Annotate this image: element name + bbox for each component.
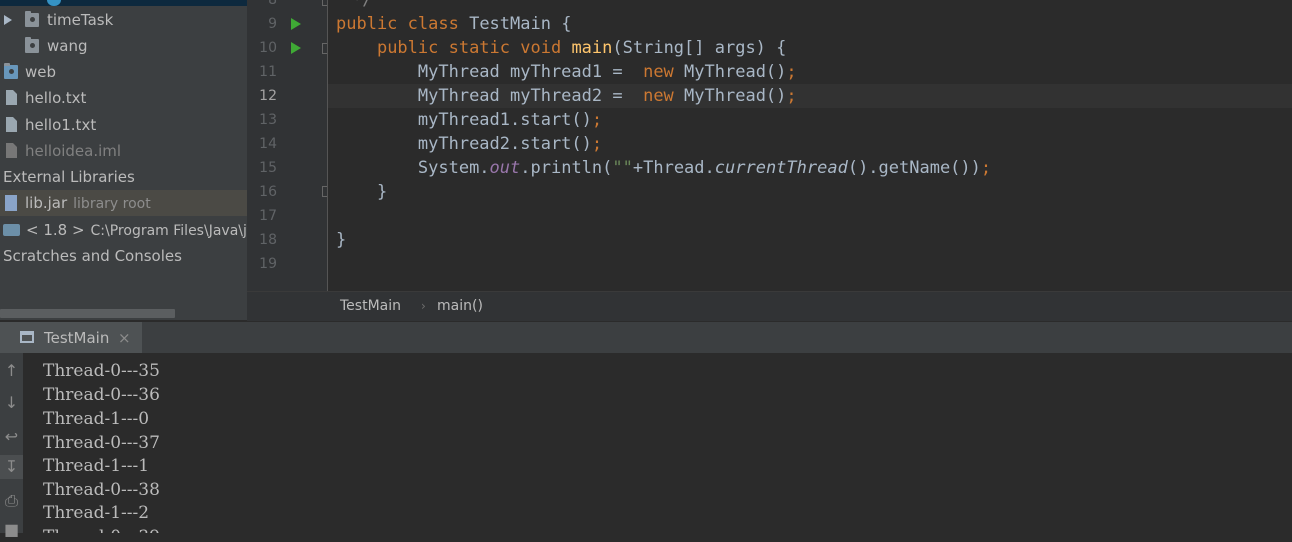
console-line: Thread-0---37 bbox=[43, 433, 160, 453]
tree-item-scratches[interactable]: Scratches and Consoles bbox=[0, 243, 247, 269]
line-number: 16 bbox=[259, 184, 277, 200]
tree-item-label: Scratches and Consoles bbox=[3, 247, 182, 265]
run-toolbar: ↑ ↓ ↩ ↧ ⎙ ■ bbox=[0, 353, 23, 539]
arrow-down-icon[interactable]: ↓ bbox=[0, 391, 23, 415]
tab-testmain[interactable]: TestMain × bbox=[0, 322, 142, 354]
console-line: Thread-0---39 bbox=[43, 525, 160, 533]
jar-icon bbox=[5, 195, 17, 211]
code-line-16: } bbox=[376, 182, 388, 202]
line-number: 8 bbox=[268, 0, 277, 8]
tab-label: TestMain bbox=[44, 329, 110, 347]
close-icon[interactable]: × bbox=[118, 329, 131, 347]
console-line: Thread-1---1 bbox=[43, 456, 150, 476]
tree-item-label: hello1.txt bbox=[25, 116, 97, 134]
line-number: 11 bbox=[259, 64, 277, 80]
tree-item-label: web bbox=[25, 63, 57, 81]
code-line-13: myThread1.start(); bbox=[417, 110, 603, 130]
tree-item-label: External Libraries bbox=[3, 168, 135, 186]
code-line-18: } bbox=[336, 230, 347, 250]
breadcrumb-separator: › bbox=[421, 299, 426, 313]
console-line: Thread-1---0 bbox=[43, 409, 150, 429]
tree-item-hello-txt[interactable]: hello.txt bbox=[0, 85, 247, 111]
run-class-icon[interactable] bbox=[291, 18, 301, 30]
code-line-11: MyThread myThread1 = new MyThread(); bbox=[417, 62, 797, 82]
tree-item-label: < 1.8 > bbox=[26, 221, 85, 239]
tree-item-label-group: lib.jar library root bbox=[25, 190, 151, 216]
tree-item-timetask[interactable]: timeTask bbox=[0, 7, 247, 33]
line-number: 12 bbox=[259, 88, 277, 104]
run-main-icon[interactable] bbox=[291, 42, 301, 54]
breadcrumb-class[interactable]: TestMain bbox=[340, 298, 401, 314]
tree-item-wang[interactable]: wang bbox=[0, 33, 247, 59]
expand-arrow-icon[interactable] bbox=[4, 15, 12, 25]
line-number: 15 bbox=[259, 160, 277, 176]
jdk-folder-icon bbox=[3, 224, 20, 236]
console-line: Thread-1---2 bbox=[43, 503, 150, 523]
breadcrumb-method[interactable]: main() bbox=[437, 298, 483, 314]
tree-scrolled-row bbox=[0, 0, 247, 6]
tree-item-label: timeTask bbox=[47, 11, 114, 29]
folder-icon bbox=[25, 37, 39, 53]
module-file-icon bbox=[6, 143, 17, 158]
code-editor[interactable]: */ public class TestMain { public static… bbox=[328, 0, 1292, 291]
project-tree-panel: timeTask wang web hello.txt hello1.txt h… bbox=[0, 0, 247, 320]
code-line-14: myThread2.start(); bbox=[417, 134, 603, 154]
tree-item-jdk[interactable]: < 1.8 > C:\Program Files\Java\j bbox=[0, 217, 247, 243]
breadcrumb: TestMain › main() bbox=[247, 291, 1292, 322]
soft-wrap-icon[interactable]: ↩ bbox=[0, 425, 23, 449]
line-number: 18 bbox=[259, 232, 277, 248]
line-number: 17 bbox=[259, 208, 277, 224]
line-number: 9 bbox=[268, 16, 277, 32]
code-line-12: MyThread myThread2 = new MyThread(); bbox=[417, 86, 797, 106]
code-line-15: System.out.println(""+Thread.currentThre… bbox=[417, 158, 992, 178]
tree-item-label-group: < 1.8 > C:\Program Files\Java\j bbox=[26, 217, 247, 243]
tree-item-web[interactable]: web bbox=[0, 59, 247, 85]
tree-item-sublabel: library root bbox=[73, 196, 151, 212]
tree-item-helloidea-iml[interactable]: helloidea.iml bbox=[0, 138, 247, 164]
line-number: 10 bbox=[259, 40, 277, 56]
run-panel-header: TestMain × bbox=[0, 321, 1292, 354]
tree-item-label: hello.txt bbox=[25, 89, 87, 107]
console-icon bbox=[20, 331, 34, 343]
scroll-to-end-icon[interactable]: ↧ bbox=[0, 455, 23, 479]
console-line: Thread-0---38 bbox=[43, 480, 160, 500]
console-line: Thread-0---35 bbox=[43, 361, 160, 381]
line-number: 19 bbox=[259, 256, 277, 272]
print-icon[interactable]: ⎙ bbox=[0, 489, 23, 513]
tree-item-lib-jar[interactable]: lib.jar library root bbox=[0, 190, 247, 216]
web-folder-icon bbox=[4, 63, 18, 79]
selected-row-highlight bbox=[0, 0, 247, 6]
tree-item-label: helloidea.iml bbox=[25, 142, 122, 160]
trash-icon[interactable]: ■ bbox=[0, 518, 23, 542]
tree-item-hello1-txt[interactable]: hello1.txt bbox=[0, 112, 247, 138]
arrow-up-icon[interactable]: ↑ bbox=[0, 359, 23, 383]
folder-icon bbox=[25, 11, 39, 27]
text-file-icon bbox=[6, 90, 17, 105]
line-number: 14 bbox=[259, 136, 277, 152]
tree-item-label: wang bbox=[47, 37, 88, 55]
code-line-9: public class TestMain { bbox=[336, 14, 572, 34]
horizontal-scrollbar[interactable] bbox=[0, 309, 175, 318]
code-line-8: */ bbox=[352, 0, 373, 10]
text-file-icon bbox=[6, 117, 17, 132]
line-number: 13 bbox=[259, 112, 277, 128]
tree-item-sublabel: C:\Program Files\Java\j bbox=[90, 223, 247, 239]
console-output[interactable]: Thread-0---35 Thread-0---36 Thread-1---0… bbox=[23, 353, 1292, 533]
editor-gutter: 8 9 10 11 12 13 14 15 16 17 18 19 bbox=[247, 0, 333, 291]
tree-item-label: lib.jar bbox=[25, 194, 68, 212]
tree-item-external-libraries[interactable]: External Libraries bbox=[0, 164, 247, 190]
console-line: Thread-0---36 bbox=[43, 385, 160, 405]
code-line-10: public static void main(String[] args) { bbox=[376, 38, 787, 58]
